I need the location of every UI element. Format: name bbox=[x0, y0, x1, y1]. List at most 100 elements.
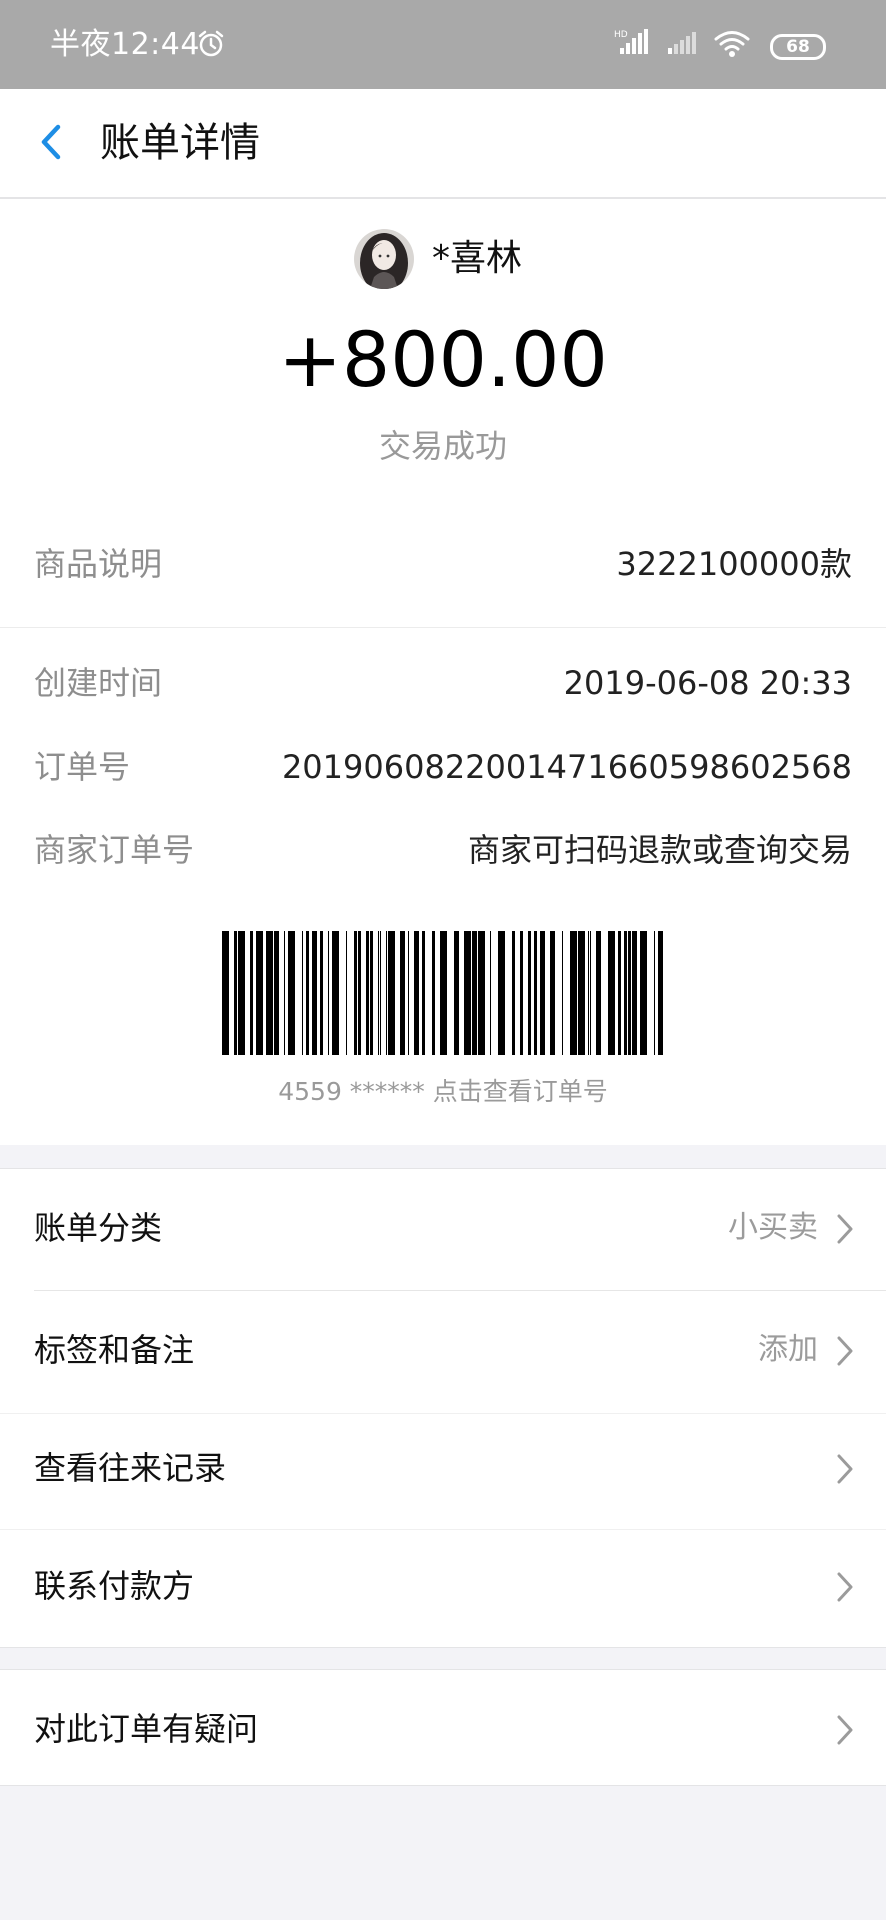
signal-icon bbox=[666, 30, 700, 60]
barcode-bar bbox=[366, 931, 369, 1055]
barcode-bar bbox=[562, 931, 563, 1055]
barcode-bar bbox=[386, 931, 387, 1055]
payer-name: *喜林 bbox=[432, 238, 523, 279]
barcode-bar bbox=[618, 931, 621, 1055]
menu-item-question[interactable]: 对此订单有疑问 bbox=[0, 1670, 886, 1785]
page-title: 账单详情 bbox=[100, 120, 260, 166]
status-bar: 半夜12:44 HD 68 bbox=[0, 0, 886, 89]
menu-item-history[interactable]: 查看往来记录 bbox=[0, 1409, 886, 1527]
detail-row-order-number: 订单号 20190608220014716605986025​68 bbox=[34, 744, 852, 790]
barcode-bar bbox=[328, 931, 329, 1055]
barcode-bar bbox=[346, 931, 347, 1055]
barcode-bar bbox=[596, 931, 601, 1055]
barcode-bar bbox=[234, 931, 237, 1055]
chevron-right-icon bbox=[836, 1453, 854, 1489]
barcode-bar bbox=[658, 931, 663, 1055]
bill-detail-card: *喜林 +800.00 交易成功 商品说明 3222100000款 创建时间 2… bbox=[0, 199, 886, 1145]
barcode-bar bbox=[408, 931, 409, 1055]
barcode-bar bbox=[588, 931, 589, 1055]
barcode-bar bbox=[432, 931, 435, 1055]
barcode[interactable] bbox=[222, 931, 666, 1055]
barcode-bar bbox=[624, 931, 627, 1055]
detail-row-created-time: 创建时间 2019-06-08 20:33 bbox=[34, 660, 852, 706]
menu-item-value: 添加 bbox=[758, 1332, 818, 1367]
barcode-bar bbox=[640, 931, 647, 1055]
chevron-right-icon bbox=[836, 1213, 854, 1249]
barcode-bar bbox=[222, 931, 229, 1055]
barcode-bar bbox=[266, 931, 273, 1055]
menu-item-label: 查看往来记录 bbox=[34, 1449, 227, 1487]
signal-icon: HD bbox=[614, 28, 650, 62]
barcode-bar bbox=[478, 931, 485, 1055]
barcode-bar bbox=[590, 931, 591, 1055]
detail-label: 商家订单号 bbox=[34, 831, 195, 869]
avatar[interactable] bbox=[354, 229, 414, 289]
barcode-bar bbox=[520, 931, 523, 1055]
barcode-bar bbox=[570, 931, 577, 1055]
detail-value: 2019-06-08 20:33 bbox=[563, 664, 852, 702]
barcode-bar bbox=[512, 931, 515, 1055]
barcode-bar bbox=[440, 931, 447, 1055]
divider bbox=[0, 627, 886, 628]
barcode-bar bbox=[284, 931, 285, 1055]
transaction-status: 交易成功 bbox=[378, 427, 507, 465]
barcode-bar bbox=[358, 931, 361, 1055]
barcode-bar bbox=[414, 931, 419, 1055]
barcode-bar bbox=[608, 931, 615, 1055]
barcode-bar bbox=[632, 931, 637, 1055]
barcode-bar bbox=[654, 931, 655, 1055]
barcode-bar bbox=[306, 931, 309, 1055]
barcode-bar bbox=[534, 931, 537, 1055]
menu-item-value: 小买卖 bbox=[728, 1210, 818, 1245]
barcode-bar bbox=[250, 931, 253, 1055]
barcode-bar bbox=[274, 931, 279, 1055]
barcode-bar bbox=[288, 931, 295, 1055]
detail-row-product: 商品说明 3222100000款 bbox=[34, 541, 852, 587]
detail-value: 3222100000款 bbox=[616, 545, 852, 583]
barcode-bar bbox=[256, 931, 263, 1055]
barcode-bar bbox=[490, 931, 491, 1055]
chevron-right-icon bbox=[836, 1571, 854, 1607]
barcode-bar bbox=[528, 931, 531, 1055]
barcode-bar bbox=[302, 931, 303, 1055]
menu-item-bill-category[interactable]: 账单分类 小买卖 bbox=[0, 1169, 886, 1287]
detail-value[interactable]: 20190608220014716605986025​68 bbox=[282, 744, 852, 790]
barcode-bar bbox=[422, 931, 425, 1055]
barcode-caption[interactable]: 4559 ****** 点击查看订单号 bbox=[0, 1075, 886, 1109]
menu-item-label: 账单分类 bbox=[34, 1209, 163, 1247]
barcode-bar bbox=[332, 931, 339, 1055]
menu-item-contact-payer[interactable]: 联系付款方 bbox=[0, 1527, 886, 1645]
barcode-bar bbox=[378, 931, 379, 1055]
chevron-left-icon bbox=[41, 124, 61, 160]
status-time: 半夜12:44 bbox=[50, 27, 200, 62]
barcode-bar bbox=[498, 931, 505, 1055]
detail-label: 商品说明 bbox=[34, 545, 163, 583]
barcode-bar bbox=[464, 931, 471, 1055]
menu-item-label: 标签和备注 bbox=[34, 1331, 195, 1369]
barcode-bar bbox=[388, 931, 395, 1055]
menu-item-tags-notes[interactable]: 标签和备注 添加 bbox=[0, 1291, 886, 1409]
alarm-clock-icon bbox=[196, 29, 226, 63]
detail-label: 创建时间 bbox=[34, 664, 163, 702]
menu-group: 账单分类 小买卖 标签和备注 添加 查看往来记录 联系付款方 bbox=[0, 1168, 886, 1648]
chevron-right-icon bbox=[836, 1335, 854, 1371]
barcode-bar bbox=[540, 931, 545, 1055]
barcode-bar bbox=[550, 931, 555, 1055]
payer-row: *喜林 bbox=[0, 229, 886, 289]
detail-value: 商家可扫码退款或查询交易 bbox=[467, 831, 852, 869]
battery-indicator: 68 bbox=[770, 34, 826, 60]
nav-bar: 账单详情 bbox=[0, 89, 886, 199]
barcode-bar bbox=[312, 931, 317, 1055]
barcode-bar bbox=[454, 931, 459, 1055]
transaction-amount: +800.00 bbox=[278, 315, 608, 404]
barcode-bar bbox=[370, 931, 373, 1055]
barcode-bar bbox=[472, 931, 477, 1055]
question-group: 对此订单有疑问 bbox=[0, 1669, 886, 1786]
back-button[interactable] bbox=[28, 117, 78, 167]
barcode-bar bbox=[320, 931, 323, 1055]
barcode-bar bbox=[400, 931, 405, 1055]
barcode-bar bbox=[628, 931, 631, 1055]
barcode-bar bbox=[380, 931, 381, 1055]
chevron-right-icon bbox=[836, 1714, 854, 1750]
barcode-bar bbox=[238, 931, 245, 1055]
